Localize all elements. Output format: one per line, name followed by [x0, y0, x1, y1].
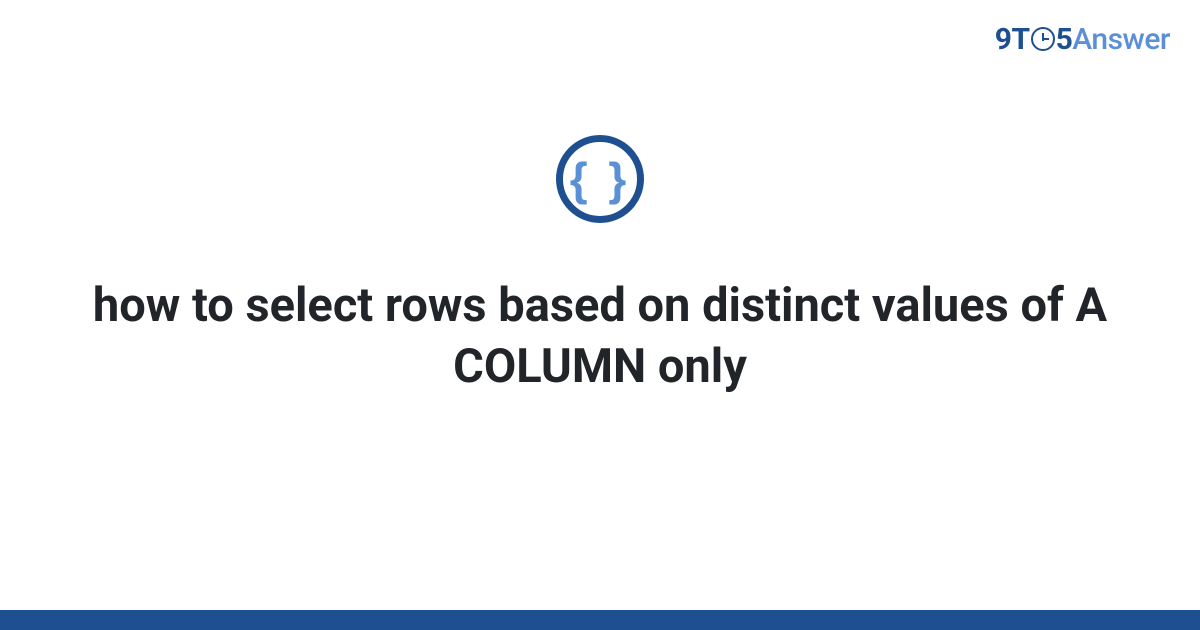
- page-title: how to select rows based on distinct val…: [60, 275, 1140, 397]
- footer-accent-bar: [0, 610, 1200, 630]
- logo-text-answer: Answer: [1072, 22, 1170, 57]
- site-logo: 9T 5 Answer: [995, 22, 1170, 57]
- braces-glyph: { }: [570, 156, 631, 202]
- logo-text-5: 5: [1056, 22, 1073, 57]
- clock-icon: [1031, 27, 1055, 51]
- logo-text-9t: 9T: [995, 22, 1030, 57]
- code-braces-icon: { }: [556, 135, 644, 223]
